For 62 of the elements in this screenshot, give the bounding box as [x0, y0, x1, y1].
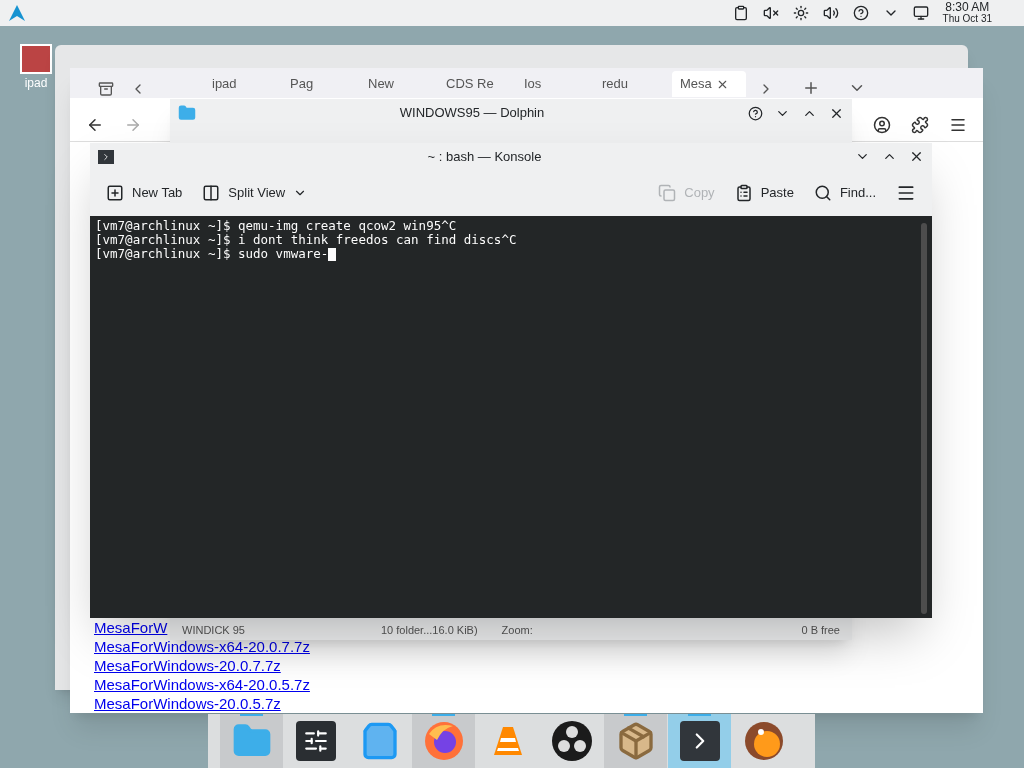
browser-tab[interactable]: Mesa — [672, 71, 746, 97]
clock-date[interactable]: Thu Oct 31 — [942, 13, 992, 24]
running-indicator — [688, 714, 711, 716]
browser-tab[interactable]: ipad — [204, 71, 278, 97]
brightness-icon[interactable] — [792, 5, 809, 21]
new-tab-icon — [106, 184, 124, 202]
sliders-icon — [295, 721, 336, 761]
menu-icon[interactable] — [896, 183, 916, 203]
window-title: ~ : bash — Konsole — [426, 147, 543, 166]
scrollbar[interactable] — [921, 223, 927, 614]
clipboard-icon — [734, 184, 753, 202]
cursor-block — [328, 247, 337, 261]
toolbar-button[interactable]: New Tab — [106, 183, 183, 203]
running-indicator — [240, 714, 263, 716]
search-icon — [813, 184, 832, 202]
terminal-line: [vm7@archlinux ~]$ i dont think freedos can find discs^C — [95, 233, 517, 247]
zoom-label: Zoom: — [501, 622, 533, 638]
file-link[interactable]: MesaForW — [94, 618, 168, 637]
browser-tab[interactable]: Ios — [516, 71, 590, 97]
arch-logo-icon[interactable] — [8, 4, 26, 22]
dock-item[interactable] — [668, 714, 731, 768]
account-icon[interactable] — [873, 115, 891, 134]
terminal-line: [vm7@archlinux ~]$ qemu-img create qcow2 win95^C — [95, 219, 457, 233]
browser-icon — [422, 720, 465, 762]
toolbar-button[interactable]: Split View — [202, 183, 308, 203]
browser-tab[interactable]: New — [360, 71, 434, 97]
browser-tab[interactable]: redu — [594, 71, 668, 97]
obs-icon — [550, 720, 593, 762]
archive-icon[interactable] — [98, 81, 114, 97]
browser-tab[interactable]: Pag — [282, 71, 356, 97]
terminal-icon — [98, 149, 114, 164]
file-link[interactable]: MesaForWindows-x64-20.0.5.7z — [94, 675, 310, 694]
help-icon[interactable] — [748, 105, 763, 121]
file-link[interactable]: MesaForWindows-x64-20.0.7.7z — [94, 637, 310, 656]
window-title: WINDOWS95 — Dolphin — [398, 104, 546, 123]
terminal-icon — [679, 721, 720, 761]
image-thumbnail[interactable] — [20, 44, 52, 74]
breadcrumb-place[interactable]: WINDICK 95 — [182, 621, 245, 639]
split-view-icon — [202, 184, 221, 202]
running-indicator — [624, 714, 647, 716]
file-link[interactable]: MesaForWindows-20.0.7.7z — [94, 656, 281, 675]
copy-icon — [658, 184, 677, 202]
terminal-area[interactable]: [vm7@archlinux ~]$ qemu-img create qcow2 win95^C [vm7@archlinux ~]$ i dont think freedos can find discs^C [vm7@archlinux ~]$ sudo vmware- — [90, 216, 932, 618]
terminal-line: [vm7@archlinux ~]$ sudo vmware- — [95, 247, 329, 261]
puzzle-icon[interactable] — [911, 115, 929, 134]
browser-tab[interactable]: CDS Re — [438, 71, 512, 97]
folder-icon — [178, 104, 196, 122]
status-summary: 10 folder...16.0 KiB) — [380, 622, 478, 638]
speaker-icon[interactable] — [822, 5, 839, 21]
help-icon[interactable] — [852, 5, 869, 21]
close-icon[interactable] — [909, 149, 924, 164]
running-indicator — [432, 714, 455, 716]
clock-time[interactable]: 8:30 AM — [945, 2, 990, 13]
toolbar-button[interactable]: Find... — [813, 183, 876, 203]
file-link[interactable]: MesaForWindows-20.0.5.7z — [94, 694, 281, 713]
free-space-label: 0 B free — [801, 622, 840, 638]
muted-speaker-icon[interactable] — [762, 5, 779, 21]
clipboard-icon[interactable] — [732, 5, 749, 21]
desktop-icon[interactable] — [912, 5, 929, 21]
toolbar-button[interactable]: Paste — [734, 183, 794, 203]
bird-icon — [742, 720, 785, 762]
new-tab-icon[interactable] — [802, 79, 820, 97]
